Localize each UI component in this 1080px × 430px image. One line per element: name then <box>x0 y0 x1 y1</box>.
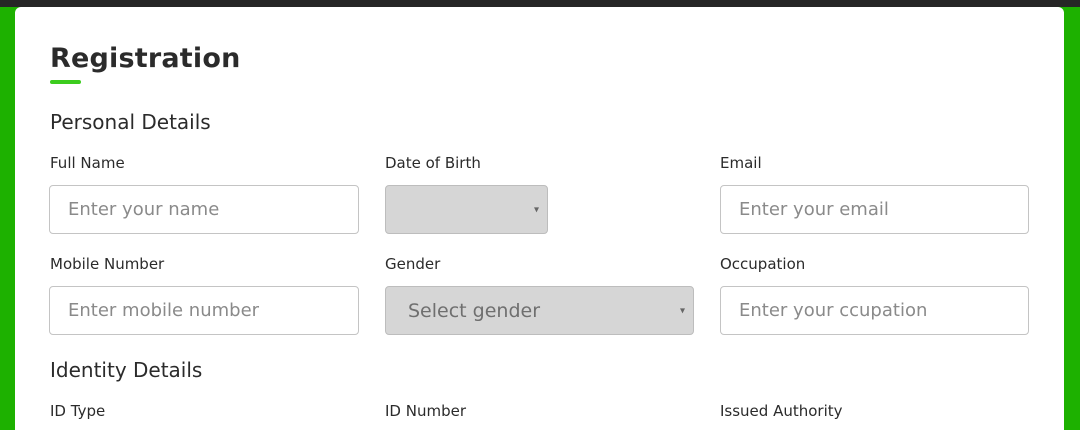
identity-details-heading: Identity Details <box>50 358 203 382</box>
id-number-label: ID Number <box>385 402 466 420</box>
occupation-input[interactable] <box>720 286 1029 335</box>
dob-label: Date of Birth <box>385 154 481 172</box>
id-type-label: ID Type <box>50 402 106 420</box>
title-underline <box>50 80 81 84</box>
gender-value: Select gender <box>408 299 541 322</box>
registration-card: Registration Personal Details Full Name … <box>15 7 1064 430</box>
mobile-label: Mobile Number <box>50 255 165 273</box>
chevron-down-icon: ▾ <box>533 204 539 215</box>
full-name-input[interactable] <box>49 185 359 234</box>
issued-authority-label: Issued Authority <box>720 402 843 420</box>
dob-select[interactable]: ▾ <box>385 185 548 234</box>
mobile-input[interactable] <box>49 286 359 335</box>
personal-details-heading: Personal Details <box>50 110 211 134</box>
page-title: Registration <box>50 43 241 74</box>
email-label: Email <box>720 154 762 172</box>
gender-select[interactable]: Select gender ▾ <box>385 286 694 335</box>
chevron-down-icon: ▾ <box>679 305 685 316</box>
full-name-label: Full Name <box>50 154 125 172</box>
gender-label: Gender <box>385 255 441 273</box>
top-bar <box>0 0 1080 7</box>
occupation-label: Occupation <box>720 255 806 273</box>
email-input[interactable] <box>720 185 1029 234</box>
